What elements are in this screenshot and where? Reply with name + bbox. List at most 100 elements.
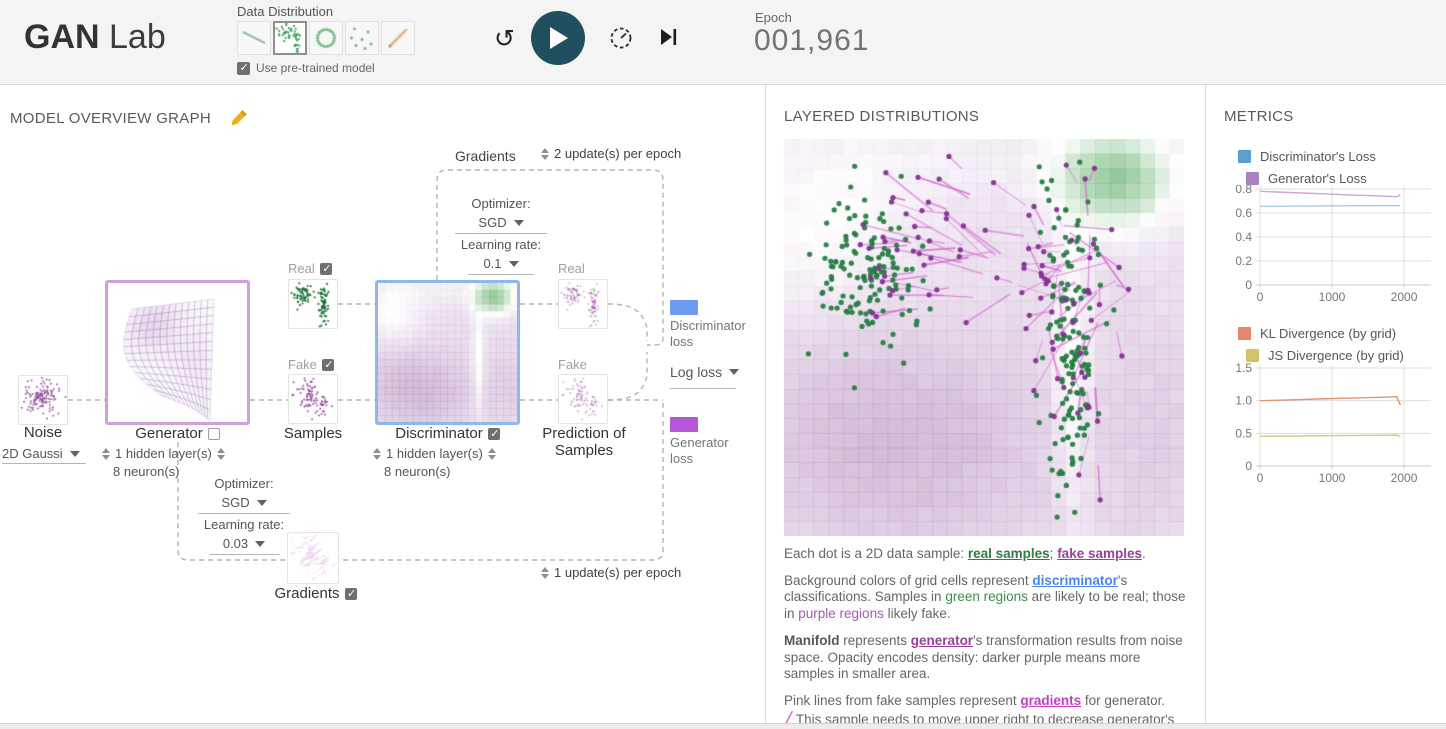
updates-stepper-icon[interactable] — [541, 566, 549, 579]
epoch-label: Epoch — [755, 10, 792, 25]
svg-text:2000: 2000 — [1391, 471, 1418, 485]
dist-option-ring[interactable] — [309, 21, 343, 55]
generator-loss-swatch — [670, 417, 698, 432]
chevron-down-icon — [513, 219, 524, 226]
gen-updates-per-epoch: 1 update(s) per epoch — [554, 565, 682, 580]
chevron-down-icon — [256, 499, 267, 506]
generator-neurons: 8 neuron(s) — [113, 464, 180, 479]
caption-link[interactable]: discriminator — [1032, 573, 1118, 588]
caption-text: purple regions — [798, 606, 884, 622]
disc-lr-dropdown[interactable]: 0.1 — [437, 256, 565, 271]
generator-checkbox[interactable] — [207, 427, 220, 440]
svg-text:0: 0 — [1257, 471, 1264, 485]
gen-updates-row: 1 update(s) per epoch — [536, 565, 681, 580]
svg-text:0: 0 — [1245, 278, 1252, 292]
real-samples-label-row: Real ✓ — [288, 261, 332, 276]
clusters-distribution-icon — [275, 23, 305, 53]
generator-manifold — [108, 283, 247, 422]
slow-motion-button[interactable] — [608, 25, 634, 56]
pretrained-checkbox[interactable]: ✓ — [237, 61, 250, 75]
step-forward-icon — [661, 29, 677, 45]
svg-text:1.0: 1.0 — [1235, 394, 1252, 408]
noise-distribution-dropdown[interactable]: 2D Gaussi — [2, 445, 80, 463]
generator-layers-row: 1 hidden layer(s) — [97, 446, 230, 461]
pencil-draw-icon — [383, 23, 413, 53]
svg-text:1000: 1000 — [1319, 471, 1346, 485]
caption-link[interactable]: gradients — [1020, 693, 1081, 708]
caption-link[interactable]: real samples — [968, 546, 1050, 561]
generator-label-row: Generator — [105, 425, 250, 442]
legend-swatch-icon — [1246, 171, 1259, 185]
discriminator-loss-label: Discriminator loss — [670, 318, 746, 350]
gradients-thumbnail — [287, 532, 339, 584]
layered-panel-title: LAYERED DISTRIBUTIONS — [784, 108, 980, 125]
updates-stepper-icon[interactable] — [541, 147, 549, 160]
play-icon — [550, 27, 568, 49]
model-panel-title-row: MODEL OVERVIEW GRAPH — [10, 108, 249, 128]
dist-option-line[interactable] — [237, 21, 271, 55]
fake-samples-checkbox[interactable]: ✓ — [321, 358, 334, 371]
svg-text:0.8: 0.8 — [1235, 185, 1252, 196]
caption-text: for generator. — [1081, 693, 1166, 709]
data-distribution-picker — [237, 21, 417, 55]
discriminator-layers-row: 1 hidden layer(s) — [368, 446, 501, 461]
increment-stepper-icon[interactable] — [216, 447, 225, 460]
app-title: GAN Lab — [24, 18, 166, 57]
svg-text:2000: 2000 — [1391, 290, 1418, 303]
caption-text: Manifold — [784, 632, 840, 648]
chevron-down-icon — [729, 369, 740, 375]
line-distribution-icon — [239, 23, 269, 53]
pretrained-label: Use pre-trained model — [256, 61, 375, 75]
noise-label: Noise — [23, 424, 63, 441]
loss-function-value: Log loss — [670, 364, 723, 380]
real-samples-checkbox[interactable]: ✓ — [319, 262, 332, 275]
gradients-checkbox[interactable]: ✓ — [344, 587, 357, 600]
discriminator-layers: 1 hidden layer(s) — [386, 446, 483, 461]
chevron-down-icon — [69, 450, 80, 457]
discriminator-neurons: 8 neuron(s) — [384, 464, 451, 479]
discriminator-checkbox[interactable]: ✓ — [487, 427, 500, 440]
dist-option-draw[interactable] — [381, 21, 415, 55]
disc-lr-value: 0.1 — [483, 256, 502, 271]
gen-optimizer-dropdown[interactable]: SGD — [182, 495, 306, 510]
step-forward-button[interactable] — [659, 27, 679, 52]
disc-optimizer-dropdown[interactable]: SGD — [437, 215, 565, 230]
caption-link[interactable]: fake samples — [1057, 546, 1142, 561]
caption-paragraph: Each dot is a 2D data sample: real sampl… — [784, 546, 1190, 563]
dist-option-two-clusters[interactable] — [273, 21, 307, 55]
divergence-line-chart: 0 0.5 1.0 1.5 0 1000 2000 — [1235, 362, 1431, 485]
loss-chart-legend: Discriminator's Loss Generator's Loss — [1238, 145, 1376, 189]
model-panel-title: MODEL OVERVIEW GRAPH — [10, 110, 212, 127]
disc-updates-per-epoch: 2 update(s) per epoch — [554, 146, 682, 161]
svg-text:1000: 1000 — [1319, 290, 1346, 303]
legend-label: Discriminator's Loss — [1260, 148, 1376, 164]
decrement-stepper-icon[interactable] — [102, 447, 110, 460]
reset-button[interactable]: ↺ — [494, 24, 515, 54]
decrement-stepper-icon[interactable] — [373, 447, 381, 460]
edit-pencil-icon[interactable] — [230, 108, 249, 127]
pretrained-checkbox-row: ✓ Use pre-trained model — [237, 61, 375, 75]
caption-paragraph: Background colors of grid cells represen… — [784, 573, 1190, 623]
increment-stepper-icon[interactable] — [487, 447, 496, 460]
dist-option-scatter[interactable] — [345, 21, 379, 55]
caption-link[interactable]: generator — [911, 633, 973, 648]
app-title-lab: Lab — [109, 18, 166, 56]
legend-swatch-icon — [1238, 149, 1251, 163]
pred-real-thumbnail — [558, 279, 608, 329]
loss-function-dropdown[interactable]: Log loss — [670, 364, 740, 380]
gan-lab-app: GAN Lab Data Distribution ✓ Use pre-trai… — [0, 0, 1446, 729]
chevron-down-icon — [508, 260, 519, 267]
caption-text: Each dot is a 2D data sample: — [784, 546, 968, 561]
caption-text: represents — [839, 632, 911, 648]
disc-optimizer-label: Optimizer: — [471, 196, 531, 211]
pred-fake-thumbnail — [558, 374, 608, 424]
legend-item: KL Divergence (by grid) — [1238, 322, 1404, 344]
layered-captions: Each dot is a 2D data sample: real sampl… — [784, 546, 1190, 729]
legend-label: KL Divergence (by grid) — [1260, 325, 1397, 341]
pred-fake-label: Fake — [558, 357, 587, 372]
horizontal-scrollbar[interactable] — [0, 723, 1446, 729]
legend-label: JS Divergence (by grid) — [1268, 347, 1404, 363]
fake-samples-thumbnail — [288, 374, 338, 424]
disc-optimizer-value: SGD — [478, 215, 507, 230]
play-button[interactable] — [531, 11, 585, 65]
